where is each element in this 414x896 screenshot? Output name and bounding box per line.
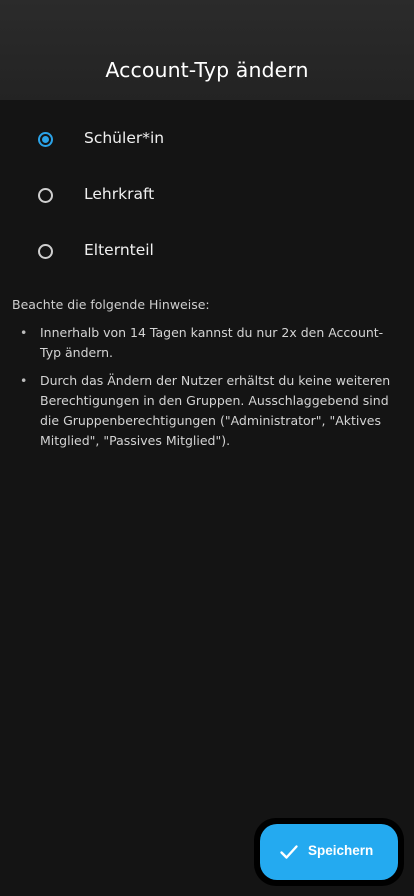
page-title: Account-Typ ändern — [105, 58, 309, 82]
save-button[interactable]: Speichern — [260, 824, 398, 880]
radio-option-schueler[interactable]: Schüler*in — [0, 113, 414, 169]
account-type-screen: Account-Typ ändern Schüler*in Lehrkraft … — [0, 0, 414, 896]
hint-text: Innerhalb von 14 Tagen kannst du nur 2x … — [40, 325, 384, 360]
radio-option-lehrkraft[interactable]: Lehrkraft — [0, 169, 414, 225]
hints-list: • Innerhalb von 14 Tagen kannst du nur 2… — [0, 323, 414, 459]
check-icon — [280, 845, 298, 859]
bullet-icon: • — [20, 325, 28, 340]
radio-option-label: Elternteil — [84, 241, 154, 259]
hint-text: Durch das Ändern der Nutzer erhältst du … — [40, 373, 391, 448]
hint-item: • Durch das Ändern der Nutzer erhältst d… — [0, 371, 414, 451]
hint-item: • Innerhalb von 14 Tagen kannst du nur 2… — [0, 323, 414, 363]
bullet-icon: • — [20, 373, 28, 388]
hints-heading: Beachte die folgende Hinweise: — [12, 297, 210, 312]
radio-unchecked-icon[interactable] — [38, 244, 53, 259]
save-button-label: Speichern — [308, 843, 374, 858]
header: Account-Typ ändern — [0, 0, 414, 100]
radio-unchecked-icon[interactable] — [38, 188, 53, 203]
radio-option-label: Schüler*in — [84, 129, 165, 147]
radio-checked-icon[interactable] — [38, 132, 53, 147]
radio-option-label: Lehrkraft — [84, 185, 155, 203]
radio-option-elternteil[interactable]: Elternteil — [0, 225, 414, 281]
